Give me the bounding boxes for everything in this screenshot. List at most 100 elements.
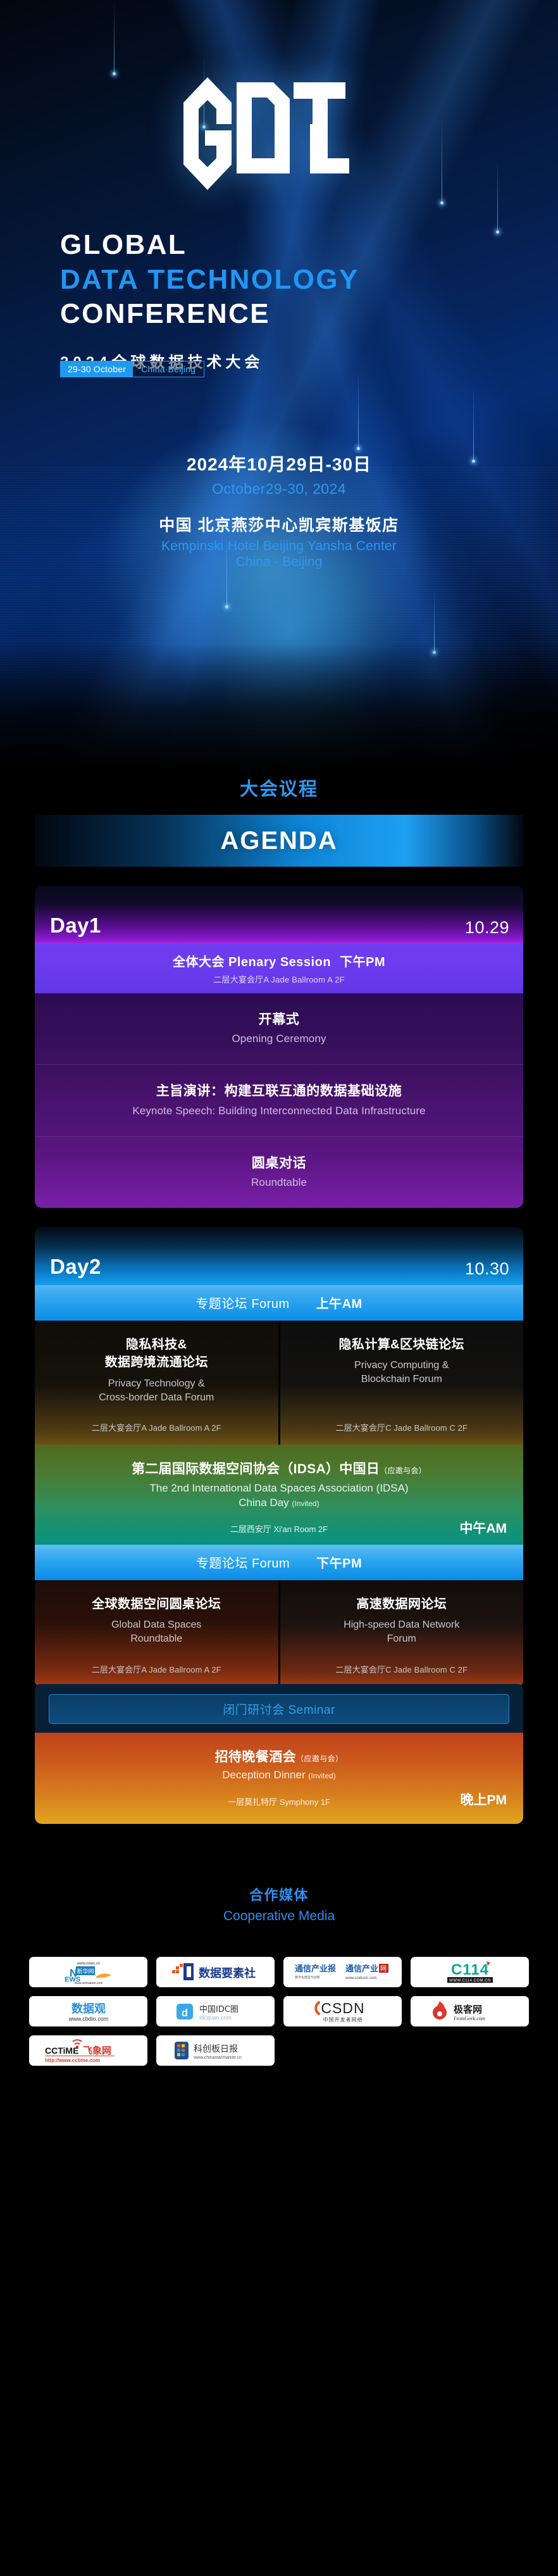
svg-text:数字化转型与创新: 数字化转型与创新 <box>295 1975 320 1980</box>
logo-ccidcom[interactable]: 通信产业报 数字化转型与创新 通信产业 网 www.ccidcom.com <box>283 1956 402 1987</box>
session-high-speed-network-cn: 高速数据网论坛 <box>356 1597 447 1611</box>
day2-forum-pm-time: 下午PM <box>316 1557 363 1571</box>
event-date-block: 2024年10月29日-30日 October29-30, 2024 <box>0 451 558 498</box>
gdtc-logo <box>0 75 558 192</box>
day2-card: Day2 10.30 专题论坛 Forum 上午AM 隐私科技& 数据跨境流通论坛 … <box>35 1226 523 1824</box>
svg-text:http://www.cctime.com: http://www.cctime.com <box>45 2058 100 2063</box>
svg-text:中国IDC圈: 中国IDC圈 <box>199 2005 239 2014</box>
session-dinner-room: 一层莫扎特厅 Symphony 1F <box>228 1797 330 1807</box>
day1-card: Day1 10.29 全体大会 Plenary Session 下午PM 二层大宴… <box>35 886 523 1208</box>
svg-text:新华网: 新华网 <box>77 1968 94 1975</box>
svg-text:d: d <box>181 2007 187 2019</box>
day1-item-keynote: 主旨演讲：构建互联互通的数据基础设施 Keynote Speech: Build… <box>35 1064 523 1136</box>
session-reception-dinner: 招待晚餐酒会（应邀与会） Deception Dinner (Invited) … <box>35 1732 523 1824</box>
day2-forum-am-time: 上午AM <box>316 1297 363 1311</box>
svg-text:中国开发者网络: 中国开发者网络 <box>323 2016 363 2023</box>
logo-csdn[interactable]: CSDN 中国开发者网络 <box>283 1995 402 2026</box>
session-dinner-footer: 一层莫扎特厅 Symphony 1F 晚上PM <box>49 1793 509 1807</box>
spark-line-1 <box>113 0 116 75</box>
badge-date: 29-30 October <box>61 361 133 377</box>
day1-plenary-room: 二层大宴会厅A Jade Ballroom A 2F <box>213 975 345 984</box>
event-date-en: October29-30, 2024 <box>212 481 346 497</box>
session-idsa-china-day: 第二届国际数据空间协会（IDSA）中国日（应邀与会） The 2nd Inter… <box>35 1444 523 1545</box>
svg-text:通信产业报: 通信产业报 <box>295 1964 337 1974</box>
logo-chinastarmarket[interactable]: 科创板日报 www.chinastarmarket.cn <box>156 2035 275 2066</box>
day1-item-opening-cn: 开幕式 <box>258 1012 300 1027</box>
hero-bottom-fade <box>0 643 558 769</box>
logo-fromgeek[interactable]: 极客网 FromGeek.com <box>411 1995 529 2026</box>
day1-item-roundtable-cn: 圆桌对话 <box>251 1155 307 1171</box>
day1-item-roundtable-en: Roundtable <box>251 1176 307 1188</box>
day1-header: Day1 10.29 <box>35 886 523 944</box>
session-dinner-cn-note: （应邀与会） <box>296 1754 344 1763</box>
day1-label: Day1 <box>50 914 101 937</box>
day1-plenary-strip: 全体大会 Plenary Session 下午PM 二层大宴会厅A Jade Ba… <box>35 944 523 993</box>
session-high-speed-network-room: 二层大宴会厅C Jade Ballroom C 2F <box>335 1664 468 1674</box>
badge-place: China·Beijing <box>133 361 204 377</box>
day1-date: 10.29 <box>464 918 509 937</box>
day1-plenary-title: 全体大会 Plenary Session <box>172 955 332 969</box>
svg-text:www.xinhuanet.com: www.xinhuanet.com <box>74 1982 102 1985</box>
session-dinner-en-main: Deception Dinner <box>222 1768 306 1781</box>
event-venue-en2: China · Beijing <box>235 555 323 569</box>
hero-title-line-3: CONFERENCE <box>60 298 271 330</box>
session-privacy-computing-cn: 隐私计算&区块链论坛 <box>338 1337 464 1352</box>
day1-item-keynote-en: Keynote Speech: Building Interconnected … <box>132 1104 426 1117</box>
day2-am-sessions: 隐私科技& 数据跨境流通论坛 Privacy Technology & Cross-… <box>35 1320 523 1445</box>
day2-forum-pm-bar: 专题论坛 Forum 下午PM <box>35 1545 523 1580</box>
svg-text:www.chinastarmarket.cn: www.chinastarmarket.cn <box>193 2056 242 2060</box>
hero-badge: 29-30 October China·Beijing <box>60 361 204 377</box>
svg-text:WWW.C114.COM.CN: WWW.C114.COM.CN <box>449 1979 491 1983</box>
hero-title-block: GLOBAL DATA TECHNOLOGY CONFERENCE 2024全球… <box>60 228 359 372</box>
day2-date: 10.30 <box>464 1259 509 1278</box>
event-venue-en: Kempinski Hotel Beijing Yansha Center <box>161 539 397 553</box>
session-idsa-footer: 二层西安厅 Xi'an Room 2F 中午AM <box>49 1521 509 1536</box>
day2-pm-sessions: 全球数据空间圆桌论坛 Global Data Spaces Roundtable … <box>35 1580 523 1687</box>
svg-text:极客网: 极客网 <box>454 2004 482 2015</box>
hero-title-line-2: DATA TECHNOLOGY <box>60 263 359 295</box>
event-venue-block: 中国 北京燕莎中心凯宾斯基饭店 Kempinski Hotel Beijing … <box>0 513 558 570</box>
session-global-data-spaces-room: 二层大宴会厅A Jade Ballroom A 2F <box>91 1664 221 1674</box>
session-privacy-tech-room: 二层大宴会厅A Jade Ballroom A 2F <box>91 1423 221 1433</box>
media-heading-cn: 合作媒体 <box>249 1887 309 1903</box>
svg-text:飞象网: 飞象网 <box>83 2045 111 2056</box>
session-idsa-en-note: (Invited) <box>292 1498 319 1508</box>
day1-body: 开幕式 Opening Ceremony 主旨演讲：构建互联互通的数据基础设施 … <box>35 993 523 1208</box>
day2-label: Day2 <box>50 1254 101 1278</box>
day2-forum-pm-title: 专题论坛 Forum <box>195 1557 290 1571</box>
event-venue-cn: 中国 北京燕莎中心凯宾斯基饭店 <box>159 517 399 534</box>
logo-c114[interactable]: C114 WWW.C114.COM.CN <box>411 1956 529 1987</box>
logo-idcquan[interactable]: d 中国IDC圈 idcquan.com <box>156 1995 275 2026</box>
seminar-label: 闭门研讨会 Seminar <box>223 1703 335 1717</box>
svg-text:www.news.cn: www.news.cn <box>76 1962 99 1966</box>
svg-text:科创板日报: 科创板日报 <box>194 2044 238 2054</box>
spark-line-8 <box>433 589 436 654</box>
session-dinner-en: Deception Dinner (Invited) <box>49 1769 509 1781</box>
agenda-heading-en: AGENDA <box>220 826 338 855</box>
hero-banner: GLOBAL DATA TECHNOLOGY CONFERENCE 2024全球… <box>0 0 558 769</box>
session-dinner-time: 晚上PM <box>460 1792 507 1807</box>
svg-text:数据观: 数据观 <box>71 2002 106 2016</box>
logo-xinhuanet[interactable]: www.news.cn N EWS 新华网 www.xinhuanet.com <box>29 1956 147 1987</box>
media-logo-grid: www.news.cn N EWS 新华网 www.xinhuanet.com … <box>29 1956 529 2066</box>
session-dinner-en-note: (Invited) <box>308 1771 336 1780</box>
session-idsa-time: 中午AM <box>459 1521 507 1536</box>
svg-text:www.ccidcom.com: www.ccidcom.com <box>345 1976 376 1980</box>
logo-shujuyaosushe[interactable]: 数据要素社 <box>156 1956 275 1987</box>
event-date-cn: 2024年10月29日-30日 <box>186 455 372 474</box>
svg-text:idcquan.com: idcquan.com <box>199 2014 232 2021</box>
session-privacy-computing: 隐私计算&区块链论坛 Privacy Computing & Blockchain… <box>280 1320 523 1445</box>
day1-plenary-time: 下午PM <box>340 955 386 969</box>
day2-forum-am-bar: 专题论坛 Forum 上午AM <box>35 1285 523 1321</box>
session-privacy-computing-room: 二层大宴会厅C Jade Ballroom C 2F <box>335 1423 468 1433</box>
seminar-button[interactable]: 闭门研讨会 Seminar <box>49 1693 509 1724</box>
svg-text:CSDN: CSDN <box>321 2000 364 2016</box>
agenda-heading-cn: 大会议程 <box>239 779 318 800</box>
logo-cctime[interactable]: CCTiME 飞象网 http://www.cctime.com <box>29 2035 147 2066</box>
spark-line-5 <box>357 372 360 450</box>
session-privacy-tech: 隐私科技& 数据跨境流通论坛 Privacy Technology & Cross-… <box>35 1320 278 1445</box>
agenda-section: 大会议程 AGENDA Day1 10.29 全体大会 Plenary Sess… <box>0 769 558 1824</box>
day1-item-opening-en: Opening Ceremony <box>232 1033 326 1045</box>
logo-cbdio[interactable]: 数据观 www.cbdio.com <box>29 1995 147 2026</box>
session-global-data-spaces-en: Global Data Spaces Roundtable <box>111 1619 202 1645</box>
